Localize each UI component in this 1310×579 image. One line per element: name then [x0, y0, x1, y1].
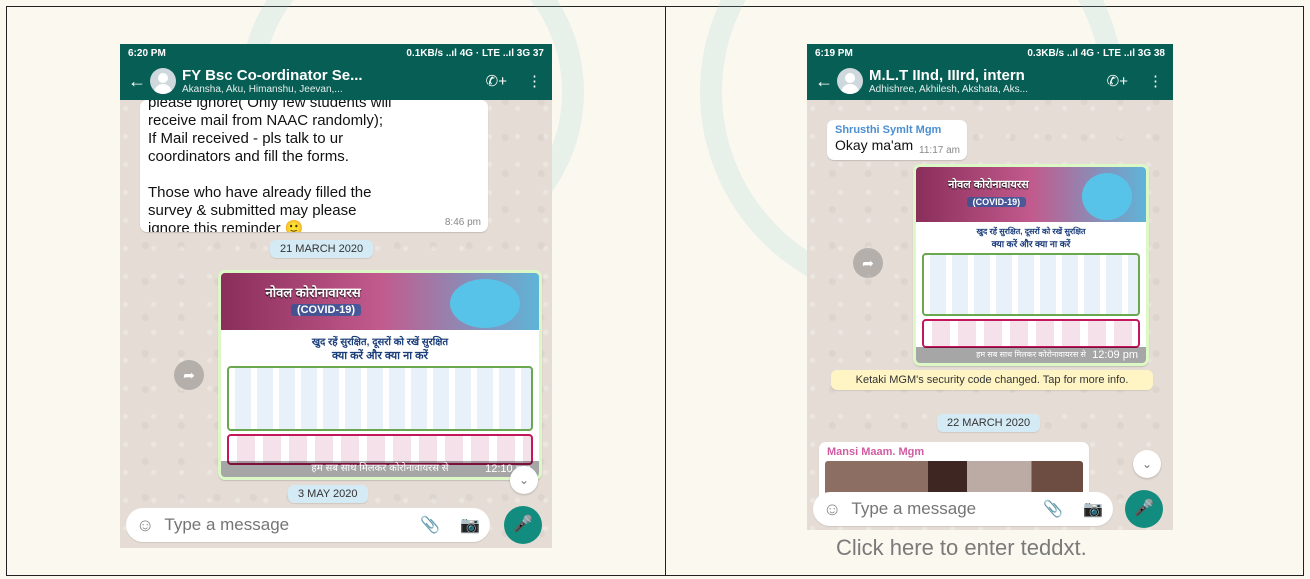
chat-title-block[interactable]: M.L.T IInd, IIIrd, intern Adhishree, Akh… — [869, 67, 1097, 95]
message-sender: Shrusthi Symlt Mgm — [835, 124, 942, 136]
poster-illustration — [449, 279, 520, 329]
chat-members: Adhishree, Akhilesh, Akshata, Aks... — [869, 84, 1028, 95]
date-chip: 21 MARCH 2020 — [270, 240, 374, 258]
back-arrow-icon[interactable]: ← — [807, 71, 835, 92]
more-options-icon[interactable]: ⋮ — [1138, 72, 1173, 90]
poster-title: नोवल कोरोनावायरस — [948, 178, 1029, 191]
poster-dos-panel — [922, 252, 1140, 316]
message-input-bar[interactable]: ☺ 📎 📷 — [126, 508, 490, 542]
scroll-down-icon[interactable]: ⌄ — [1133, 450, 1161, 478]
poster-slogan: खुद रहें सुरक्षित, दूसरों को रखें सुरक्ष… — [976, 226, 1086, 236]
group-avatar[interactable] — [837, 68, 863, 94]
message-text: please ignore( Only few students will re… — [148, 100, 392, 232]
chat-header: ← FY Bsc Co-ordinator Se... Akansha, Aku… — [120, 62, 552, 100]
add-call-icon[interactable]: ✆+ — [476, 72, 517, 90]
forward-icon[interactable]: ➦ — [853, 248, 883, 278]
network-status: 0.1KB/s ..ıl 4G · LTE ..ıl 3G 37 — [406, 47, 544, 59]
poster-title: नोवल कोरोनावायरस — [265, 285, 361, 301]
attach-icon[interactable]: 📎 — [410, 515, 450, 535]
add-call-icon[interactable]: ✆+ — [1097, 72, 1138, 90]
covid-poster-image: नोवल कोरोनावायरस (COVID-19) खुद रहें सुर… — [221, 273, 539, 477]
forwarded-image-bubble[interactable]: नोवल कोरोनावायरस (COVID-19) खुद रहें सुर… — [218, 270, 542, 480]
chat-members: Akansha, Aku, Himanshu, Jeevan,... — [182, 84, 343, 95]
chat-title-block[interactable]: FY Bsc Co-ordinator Se... Akansha, Aku, … — [182, 67, 476, 95]
attach-icon[interactable]: 📎 — [1033, 499, 1073, 519]
message-sender: Mansi Maam. Mgm — [827, 446, 925, 458]
scroll-down-icon[interactable]: ⌄ — [510, 466, 538, 494]
network-status: 0.3KB/s ..ıl 4G · LTE ..ıl 3G 38 — [1027, 47, 1165, 59]
security-code-notice[interactable]: Ketaki MGM's security code changed. Tap … — [831, 370, 1153, 390]
message-bubble[interactable]: Shrusthi Symlt Mgm Okay ma'am 11:17 am — [827, 120, 967, 160]
message-input[interactable] — [849, 498, 1034, 520]
camera-icon[interactable]: 📷 — [1073, 499, 1113, 519]
poster-subtitle: (COVID-19) — [966, 197, 1027, 208]
message-time: 8:46 pm — [444, 217, 481, 228]
camera-icon[interactable]: 📷 — [450, 515, 490, 535]
forward-icon[interactable]: ➦ — [174, 360, 204, 390]
message-bubble[interactable]: please ignore( Only few students will re… — [140, 100, 488, 232]
status-time: 6:19 PM — [815, 47, 853, 59]
poster-illustration — [1081, 172, 1133, 220]
emoji-icon[interactable]: ☺ — [813, 499, 849, 520]
right-whatsapp-screenshot: 6:19 PM 0.3KB/s ..ıl 4G · LTE ..ıl 3G 38… — [807, 44, 1173, 530]
mic-icon[interactable]: 🎤 — [504, 506, 542, 544]
poster-slogan: खुद रहें सुरक्षित, दूसरों को रखें सुरक्ष… — [311, 337, 449, 349]
covid-poster-image: नोवल कोरोनावायरस (COVID-19) खुद रहें सुर… — [916, 167, 1146, 363]
table-divider — [665, 6, 666, 576]
date-chip: 3 MAY 2020 — [288, 485, 368, 503]
emoji-icon[interactable]: ☺ — [126, 515, 162, 536]
poster-donts-panel — [922, 318, 1140, 349]
status-bar: 6:20 PM 0.1KB/s ..ıl 4G · LTE ..ıl 3G 37 — [120, 44, 552, 62]
mic-icon[interactable]: 🎤 — [1125, 490, 1163, 528]
message-time: 11:17 am — [919, 145, 960, 156]
chat-header: ← M.L.T IInd, IIIrd, intern Adhishree, A… — [807, 62, 1173, 100]
more-options-icon[interactable]: ⋮ — [517, 72, 552, 90]
poster-dos-heading: क्या करें और क्या ना करें — [331, 350, 429, 363]
chat-title: M.L.T IInd, IIIrd, intern — [869, 67, 1025, 84]
group-avatar[interactable] — [150, 68, 176, 94]
placeholder-caption[interactable]: Click here to enter teddxt. — [836, 535, 1087, 561]
message-input-bar[interactable]: ☺ 📎 📷 — [813, 492, 1113, 526]
back-arrow-icon[interactable]: ← — [120, 71, 148, 92]
poster-dos-heading: क्या करें और क्या ना करें — [991, 238, 1071, 249]
image-time: 12:09 pm — [1092, 349, 1138, 361]
poster-subtitle: (COVID-19) — [290, 304, 362, 317]
status-time: 6:20 PM — [128, 47, 166, 59]
date-chip: 22 MARCH 2020 — [937, 414, 1041, 432]
status-bar: 6:19 PM 0.3KB/s ..ıl 4G · LTE ..ıl 3G 38 — [807, 44, 1173, 62]
forwarded-image-bubble[interactable]: नोवल कोरोनावायरस (COVID-19) खुद रहें सुर… — [913, 164, 1149, 366]
message-input[interactable] — [162, 514, 411, 536]
chat-title: FY Bsc Co-ordinator Se... — [182, 67, 363, 84]
left-whatsapp-screenshot: 6:20 PM 0.1KB/s ..ıl 4G · LTE ..ıl 3G 37… — [120, 44, 552, 548]
poster-dos-panel — [227, 366, 533, 432]
